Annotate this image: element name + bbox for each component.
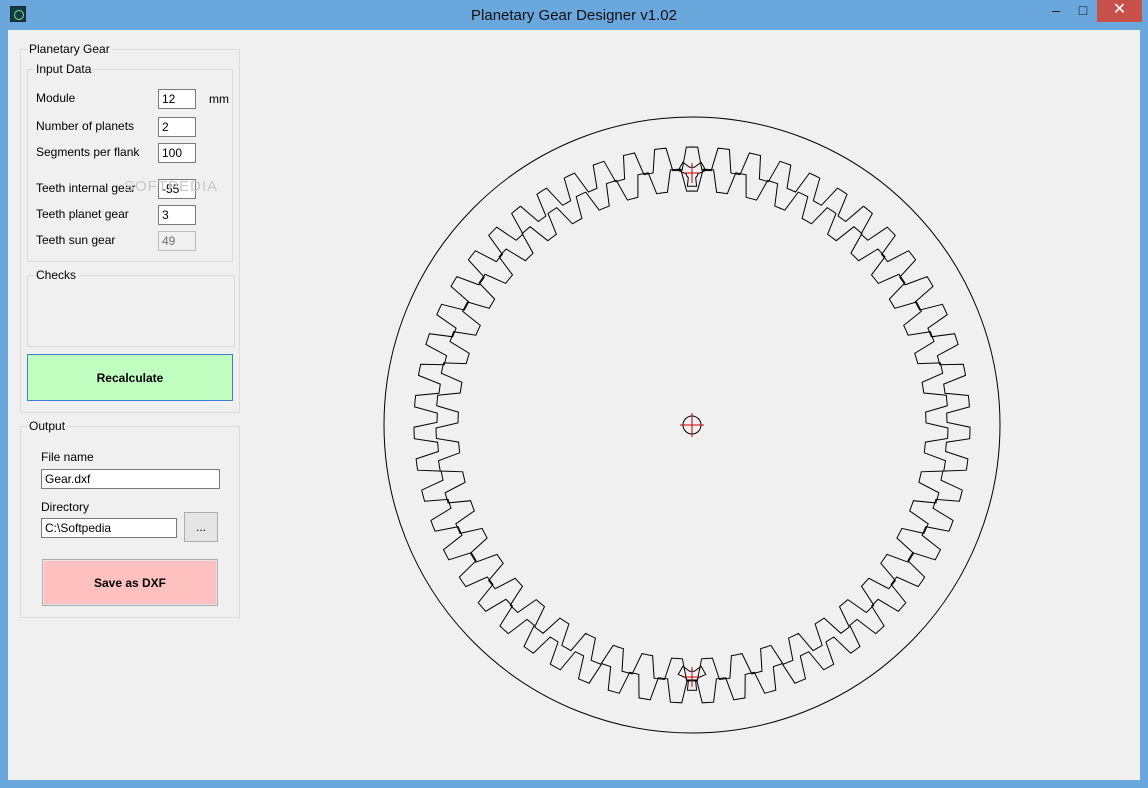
close-button[interactable]: ✕ bbox=[1097, 0, 1142, 22]
client-area: Planetary Gear Input Data Module mm Numb… bbox=[8, 30, 1140, 780]
app-window: Planetary Gear Designer v1.02 – □ ✕ Plan… bbox=[0, 0, 1148, 788]
minimize-button[interactable]: – bbox=[1043, 0, 1069, 22]
title-bar[interactable]: Planetary Gear Designer v1.02 – □ ✕ bbox=[0, 0, 1148, 30]
gear-drawing-canvas[interactable] bbox=[8, 30, 1140, 780]
window-title: Planetary Gear Designer v1.02 bbox=[471, 7, 677, 24]
maximize-button[interactable]: □ bbox=[1069, 0, 1097, 22]
